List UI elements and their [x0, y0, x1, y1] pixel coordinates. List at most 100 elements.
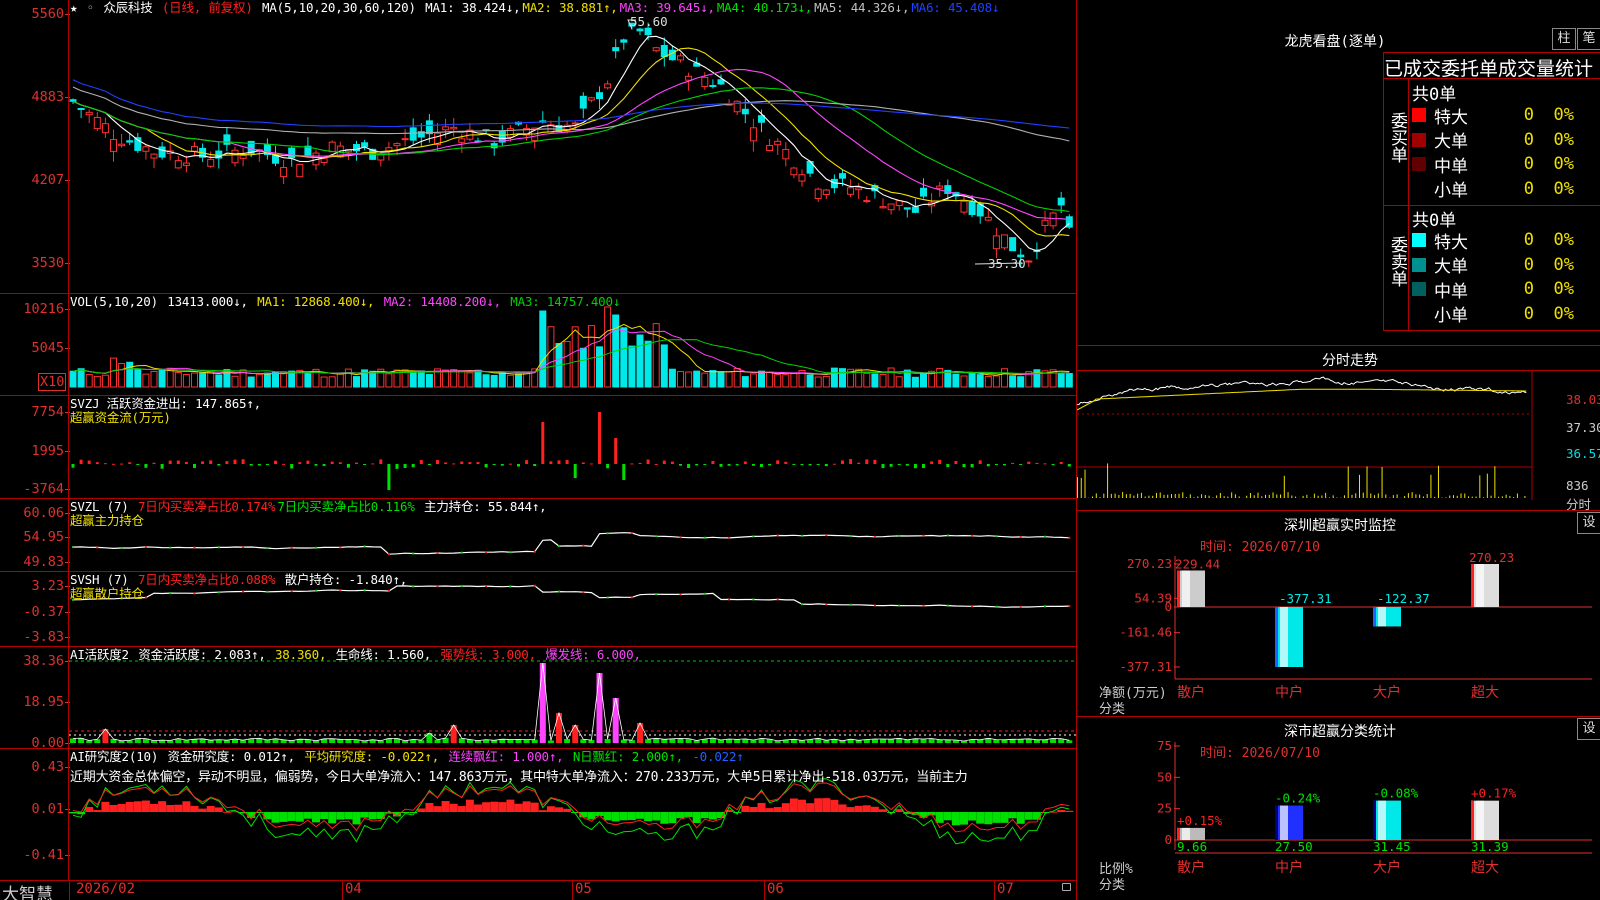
row-pct: 0%	[1553, 129, 1574, 150]
vol-header: VOL(5,10,20) 13413.000↓, MA1: 12868.400↓…	[70, 295, 622, 309]
flow-bar	[638, 462, 642, 464]
candle-body	[677, 55, 684, 61]
research-bar	[830, 799, 839, 812]
holding-dot	[144, 545, 147, 548]
kline-panel[interactable]: ★ ◦ 众辰科技 (日线, 前复权) MA(5,10,20,30,60,120)…	[0, 0, 1077, 293]
row-pct: 0%	[1553, 178, 1574, 199]
intraday-vol-bar	[1498, 496, 1500, 498]
research-bar	[125, 802, 134, 812]
monitor1-tick: 270.23	[1127, 556, 1172, 571]
row-pct: 0%	[1553, 230, 1574, 250]
holding-dot	[679, 536, 682, 539]
monitor1-bar-edge	[1275, 606, 1278, 667]
monitor2-bar-edge	[1275, 805, 1278, 840]
lock-icon[interactable]	[1062, 883, 1071, 891]
intraday-vol-bar	[1355, 493, 1357, 498]
svzl-panel[interactable]: SVZL (7) 7日内买卖净占比0.174% 7日内买卖净占比0.116% 主力…	[0, 499, 1077, 571]
holding-dot	[898, 604, 901, 607]
candle-body	[774, 140, 782, 146]
ai-research-panel[interactable]: AI研究度2(10) 资金研究度: 0.012↑, 平均研究度: -0.022↑…	[0, 749, 1077, 880]
intraday-vol-bar	[1110, 493, 1112, 498]
divider	[1383, 330, 1600, 331]
holding-dot	[703, 536, 706, 539]
vol-ma1: MA1: 12868.400↓,	[257, 294, 375, 309]
flow-bar	[306, 460, 310, 464]
ai-active-header: AI活跃度2 资金活跃度: 2.083↑, 38.360, 生命线: 1.560…	[70, 648, 643, 662]
svzl-green: 7日内买卖净占比0.116%	[277, 499, 415, 514]
research-bar	[684, 812, 693, 817]
holding-dot	[873, 535, 876, 538]
flow-bar	[363, 464, 367, 465]
monitor2-chart[interactable]: 75 50 25 0 +0.15% 9.66 散户 -0.24% 27.50 中户 -0.08% 31…	[1077, 716, 1600, 900]
holding-dot	[1019, 535, 1022, 538]
flow-bar	[938, 459, 942, 464]
volume-bar	[774, 374, 782, 388]
flow-bar	[241, 459, 245, 464]
volume-panel[interactable]: VOL(5,10,20) 13413.000↓, MA1: 12868.400↓…	[0, 294, 1077, 395]
svzj-panel[interactable]: SVZJ 活跃资金进出: 147.865↑, 超赢资金流(万元) 7754 19…	[0, 396, 1077, 498]
candle-body	[822, 189, 830, 196]
svsh-panel[interactable]: SVSH (7) 7日内买卖净占比0.088% 散户持仓: -1.840↑, 超…	[0, 572, 1077, 646]
bar-mode-button[interactable]: 柱	[1552, 28, 1576, 50]
flow-bar	[136, 464, 140, 465]
candle-body	[101, 123, 109, 134]
research-bar	[190, 805, 199, 812]
ma-value-1: MA1: 38.424↓,	[425, 0, 521, 15]
flow-bar	[95, 462, 99, 464]
flow-bar	[379, 459, 383, 464]
monitor2-xlabel: 分类	[1099, 878, 1126, 893]
panel-divider	[0, 646, 1077, 647]
research-bar	[141, 800, 150, 812]
monitor2-bar-highlight	[1476, 800, 1484, 840]
flow-bar	[265, 464, 269, 465]
candle-body	[596, 92, 603, 100]
flow-bar	[1067, 464, 1071, 467]
brand-logo[interactable]: 大智慧	[2, 880, 53, 900]
vol-unit-box[interactable]: X10	[38, 373, 67, 391]
volume-bar	[1001, 368, 1008, 388]
monitor1-chart[interactable]: 270.2354.390-161.46-377.31229.44散户-377.3…	[1077, 510, 1600, 705]
monitor2-tick: 50	[1157, 769, 1172, 784]
volume-chart[interactable]	[0, 294, 1077, 395]
volume-bar	[936, 367, 944, 388]
flow-bar	[517, 464, 520, 467]
candle-body	[863, 200, 871, 203]
flow-bar	[411, 464, 415, 468]
volume-bar	[984, 376, 992, 388]
research-bar	[1024, 812, 1033, 820]
candle-body	[660, 45, 668, 58]
research-bar	[85, 806, 94, 812]
ai-active-chart[interactable]	[0, 647, 1077, 748]
kline-chart[interactable]	[0, 0, 1077, 293]
research-bar	[976, 812, 985, 824]
buy-row-3: 小单 0 0%	[1412, 177, 1600, 201]
flow-bar	[954, 461, 958, 464]
monitor1-bar-edge	[1471, 564, 1474, 607]
activity-bar	[572, 725, 579, 743]
volume-bar	[466, 372, 474, 388]
flow-bar	[427, 464, 431, 465]
holding-dot	[558, 590, 560, 593]
intraday-vol-bar	[1419, 494, 1421, 498]
intraday-vol-bar	[1490, 495, 1492, 498]
intraday-vol-bar	[1137, 493, 1139, 498]
holding-dot	[849, 534, 852, 537]
holding-dot	[630, 532, 633, 535]
star-icon[interactable]: ★	[70, 0, 78, 15]
volume-bar	[134, 369, 142, 388]
candle-body	[741, 108, 749, 115]
activity-bar	[1042, 739, 1048, 743]
intraday-vol-bar	[1122, 492, 1124, 498]
flow-bar	[395, 464, 399, 469]
intraday-chart[interactable]	[1077, 370, 1600, 510]
intraday-vol-bar	[1099, 497, 1101, 498]
ma-value-4: MA4: 40.173↓,	[716, 0, 813, 15]
candle-body	[701, 76, 709, 87]
ai-active-panel[interactable]: AI活跃度2 资金活跃度: 2.083↑, 38.360, 生命线: 1.560…	[0, 647, 1077, 748]
activity-bar	[491, 740, 498, 743]
ai-active-tick: 18.95	[0, 694, 70, 710]
tick-mode-button[interactable]: 笔	[1577, 28, 1600, 50]
flow-bar	[500, 464, 504, 466]
x-tick: 07	[997, 881, 1014, 897]
candle-body	[644, 27, 652, 36]
